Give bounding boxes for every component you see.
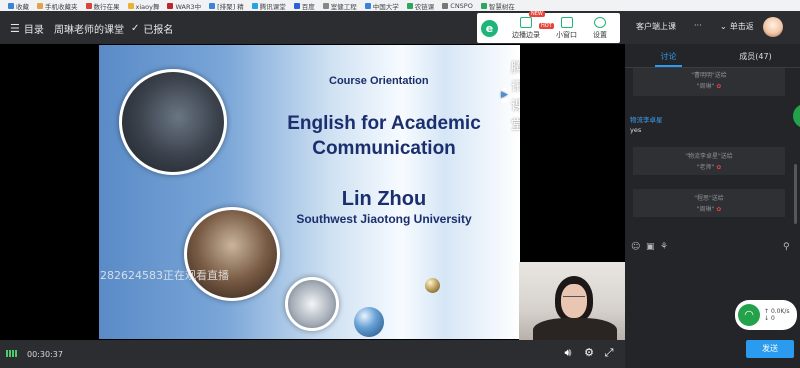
video-area: Course Orientation English for Academic … (0, 44, 625, 340)
bookmark-item[interactable]: [排聚] 精 (209, 1, 244, 11)
download-speed: 0 (770, 315, 775, 322)
username: 单击返 (729, 22, 754, 31)
video-icon (520, 16, 532, 28)
decorative-ball (425, 278, 440, 293)
tencent-classroom-logo: ▶ 腾讯课堂 (501, 57, 520, 133)
player-bar: 00:30:37 🔊︎ ⚙ ⤢ (0, 340, 625, 368)
tab-members[interactable]: 成员(47) (712, 51, 799, 62)
signal-icon (6, 350, 18, 357)
system-message: "曹明明"送给 "周琳" ✿ (633, 68, 785, 96)
fullscreen-icon[interactable]: ⤢ (603, 347, 615, 359)
system-message: "物流李卓星"送给 "老师" ✿ (633, 147, 785, 175)
user-menu[interactable]: ⌄ 单击返 (720, 21, 754, 32)
side-float-button[interactable] (793, 104, 800, 128)
office-people-image (184, 207, 280, 301)
hand-image (285, 277, 339, 331)
bookmark-item[interactable]: CNSPO (442, 2, 473, 10)
present-record-button[interactable]: 边播边录 (512, 16, 540, 40)
list-icon: ☰ (10, 22, 20, 35)
bookmark-item[interactable]: WAR3中 (167, 1, 201, 11)
message-text: yes (630, 126, 642, 134)
bookmark-item[interactable]: 百度 (293, 1, 315, 11)
side-panel: 讨论 成员(47) "曹明明"送给 "周琳" ✿ 物流李卓星 yes "物流李卓… (625, 44, 800, 368)
bookmark-item[interactable]: xiaoy舞 (127, 1, 159, 11)
network-status: ◠ ↑ 0.0K/s ↓ 0 (735, 300, 797, 330)
avatar[interactable] (763, 17, 783, 37)
bookmark-item[interactable]: 腾讯课堂 (251, 1, 286, 11)
slide-orientation: Course Orientation (329, 75, 429, 87)
enrolled-label: 已报名 (143, 25, 174, 36)
hot-badge: HOT (539, 23, 554, 29)
check-icon: ✓ (131, 23, 140, 34)
mini-window-button[interactable]: 小窗口 (556, 16, 577, 40)
gear-icon (594, 16, 606, 28)
settings-label: 设置 (593, 30, 607, 39)
send-button[interactable]: 发送 (746, 340, 794, 358)
upload-speed: 0.0K/s (770, 308, 790, 315)
image-icon[interactable]: ▣ (646, 242, 655, 252)
member-list-icon[interactable]: ⚲ (783, 242, 790, 252)
bookmark-item[interactable]: 中国大学 (364, 1, 399, 11)
panel-tabs: 讨论 成员(47) (625, 44, 800, 68)
course-title: 周琳老师的课堂 (54, 25, 124, 36)
system-message: "程思"送给 "周琳" ✿ (633, 189, 785, 217)
present-record-label: 边播边录 (512, 30, 540, 39)
viewer-watermark: 282624583正在观看直播 (100, 269, 229, 282)
bookmark-item[interactable]: 收藏 (8, 1, 29, 11)
flower-icon: ✿ (716, 83, 722, 90)
scrollbar[interactable] (794, 164, 797, 224)
brand-text: 腾讯课堂 (510, 61, 520, 133)
input-toolbar: ☺ ▣ ⚘ ⚲ (625, 242, 800, 255)
flower-icon: ✿ (716, 164, 722, 171)
emoji-icon[interactable]: ☺ (631, 242, 640, 252)
webcam-feed[interactable] (519, 262, 625, 340)
bookmark-item[interactable]: 数行在果 (85, 1, 120, 11)
bookmark-item[interactable]: 智慧树在 (480, 1, 515, 11)
more-button[interactable]: ··· (694, 21, 702, 30)
slide-title: English for Academic Communication (287, 113, 481, 159)
tab-discussion[interactable]: 讨论 (625, 51, 712, 62)
settings-button[interactable]: 设置 (593, 16, 607, 40)
gear-icon[interactable]: ⚙ (583, 347, 595, 359)
decorative-ball (354, 307, 384, 337)
new-badge: NEW (529, 11, 545, 17)
bookmark-item[interactable]: 农链课 (406, 1, 434, 11)
volume-icon[interactable]: 🔊︎ (562, 347, 574, 359)
menu-label: 目录 (23, 25, 44, 36)
menu-button[interactable]: ☰ 目录 (10, 21, 44, 36)
enrolled-status: ✓ 已报名 (131, 21, 173, 36)
slide: Course Orientation English for Academic … (99, 45, 520, 339)
app-logo-icon: e (481, 19, 498, 37)
elapsed-time: 00:30:37 (27, 350, 63, 359)
chevron-down-icon: ⌄ (720, 22, 727, 31)
mini-window-label: 小窗口 (556, 30, 577, 39)
flower-icon: ✿ (716, 206, 722, 213)
business-people-image (119, 69, 227, 175)
play-icon: ▶ (501, 87, 508, 103)
active-tab-indicator (655, 65, 682, 67)
flower-icon[interactable]: ⚘ (660, 242, 668, 252)
slide-teacher-name: Lin Zhou (341, 188, 427, 210)
top-bar: ☰ 目录 周琳老师的课堂 ✓ 已报名 e 边播边录 小窗口 设置 NEW HOT… (0, 11, 800, 44)
window-icon (560, 16, 573, 28)
bookmark-item[interactable]: 室健工程 (322, 1, 357, 11)
wifi-icon: ◠ (738, 304, 760, 326)
tool-group: e 边播边录 小窗口 设置 NEW HOT (477, 11, 620, 43)
client-class-button[interactable]: 客户端上课 (636, 21, 676, 32)
slide-university: Southwest Jiaotong University (296, 212, 472, 226)
bookmark-item[interactable]: 手机收藏夹 (37, 1, 78, 11)
message-author: 物流李卓星 (630, 116, 663, 124)
